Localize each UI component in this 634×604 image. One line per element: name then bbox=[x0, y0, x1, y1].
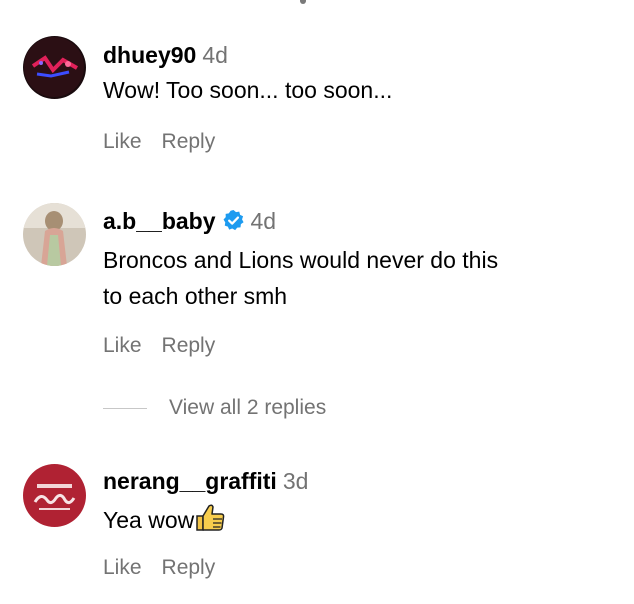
comment-actions: Like Reply bbox=[103, 556, 215, 580]
thumbs-up-icon bbox=[194, 502, 226, 532]
partial-element-top bbox=[300, 0, 306, 4]
comment-text-body: Yea wow bbox=[103, 507, 195, 533]
username-link[interactable]: dhuey90 bbox=[103, 42, 196, 68]
comment-actions: Like Reply bbox=[103, 130, 215, 154]
like-button[interactable]: Like bbox=[103, 334, 142, 357]
verified-badge-icon bbox=[222, 209, 245, 232]
avatar-graffiti-logo-icon bbox=[23, 464, 86, 527]
comment-text: Broncos and Lions would never do this to… bbox=[103, 242, 603, 314]
comment-time[interactable]: 4d bbox=[251, 208, 277, 234]
comment-time[interactable]: 4d bbox=[202, 42, 228, 68]
user-avatar[interactable] bbox=[23, 464, 86, 527]
comment-header: a.b__baby 4d bbox=[103, 206, 276, 236]
username-link[interactable]: a.b__baby bbox=[103, 208, 216, 234]
avatar-neon-sign-icon bbox=[23, 36, 86, 99]
comment-text-line: to each other smh bbox=[103, 283, 288, 309]
username-link[interactable]: nerang__graffiti bbox=[103, 468, 277, 494]
reply-button[interactable]: Reply bbox=[162, 334, 216, 357]
divider-line bbox=[103, 407, 147, 409]
avatar-person-photo-icon bbox=[23, 203, 86, 266]
user-avatar[interactable] bbox=[23, 203, 86, 266]
view-replies-label: View all 2 replies bbox=[169, 396, 327, 419]
reply-button[interactable]: Reply bbox=[162, 556, 216, 579]
comment-text-line: Broncos and Lions would never do this bbox=[103, 247, 499, 273]
reply-button[interactable]: Reply bbox=[162, 130, 216, 153]
comment-text: Yea wow bbox=[103, 502, 603, 538]
comment-actions: Like Reply bbox=[103, 334, 215, 358]
comment-header: nerang__graffiti 3d bbox=[103, 466, 308, 496]
user-avatar[interactable] bbox=[23, 36, 86, 99]
comment-time[interactable]: 3d bbox=[283, 468, 309, 494]
like-button[interactable]: Like bbox=[103, 556, 142, 579]
comment-text: Wow! Too soon... too soon... bbox=[103, 77, 393, 103]
like-button[interactable]: Like bbox=[103, 130, 142, 153]
comments-list: dhuey90 4d Wow! Too soon... too soon... L… bbox=[0, 0, 634, 604]
view-replies-button[interactable]: View all 2 replies bbox=[103, 396, 326, 420]
comment-header: dhuey90 4d bbox=[103, 40, 228, 70]
